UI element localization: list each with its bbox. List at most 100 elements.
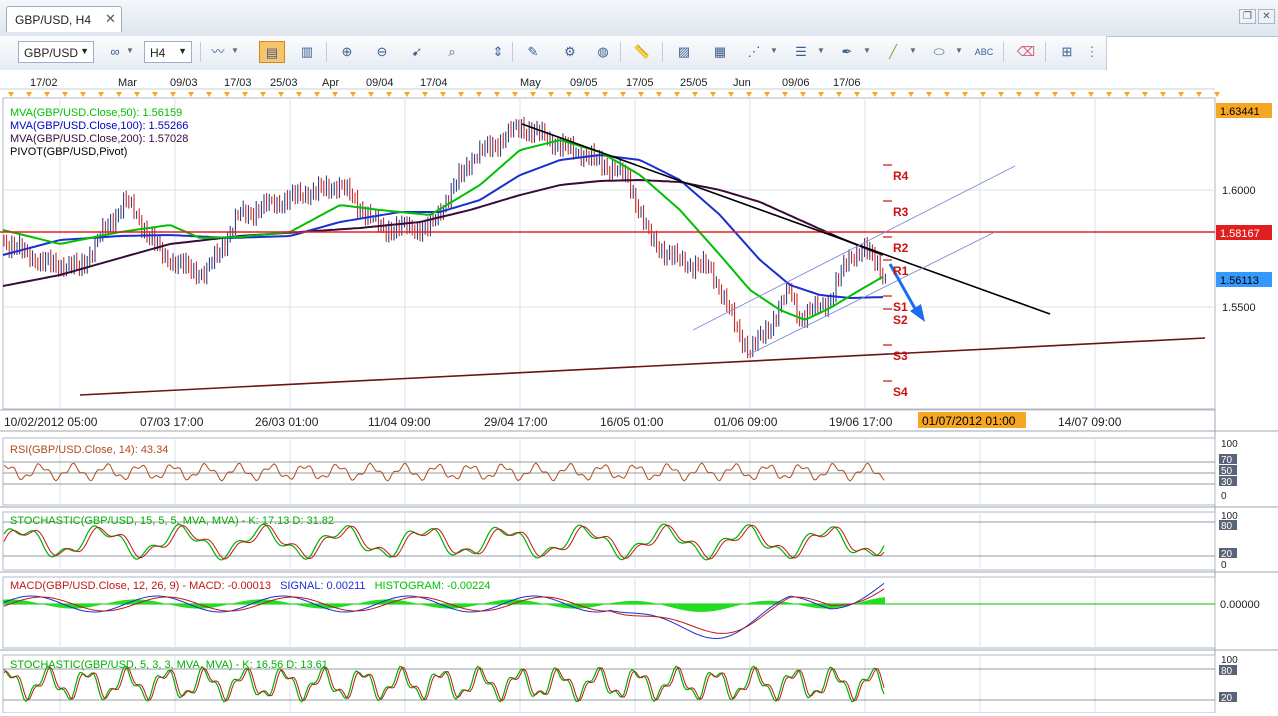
top-date-label: 17/04 — [420, 77, 448, 89]
bar-chart-icon[interactable]: ▤ — [259, 41, 285, 63]
top-date-label: 17/02 — [30, 77, 58, 89]
pivot-label-r2: R2 — [893, 241, 909, 255]
chevron-down-icon[interactable]: ▼ — [770, 46, 778, 55]
settings-icon[interactable]: ⚙ — [559, 41, 581, 63]
ruler-icon[interactable]: 📏 — [631, 41, 653, 63]
layout-icon[interactable]: ▦ — [709, 41, 731, 63]
brush-icon[interactable]: ╱ — [882, 41, 904, 63]
bottom-date-label: 26/03 01:00 — [255, 415, 319, 429]
top-date-label: 25/05 — [680, 77, 708, 89]
top-date-label: 09/04 — [366, 77, 394, 89]
chevron-down-icon: ▼ — [80, 46, 89, 56]
ellipse-icon[interactable]: ⬭ — [928, 41, 950, 63]
chart-area[interactable]: 17/02 Mar 09/03 17/03 25/03 Apr 09/04 17/04 May 0… — [0, 70, 1278, 714]
pivot-label-s3: S3 — [893, 349, 908, 363]
legend-pivot: PIVOT(GBP/USD,Pivot) — [10, 146, 127, 158]
legend-ma50: MVA(GBP/USD.Close,50): 1.56159 — [10, 107, 182, 119]
chevron-down-icon[interactable]: ▼ — [909, 46, 917, 55]
toolbar: GBP/USD ▼ ∞ ▼ H4 ▼ 〰 ▼ ▤ ▥ ⊕ ⊖ ➹ ⌕ ⇕ ✎ ⚙… — [0, 36, 1107, 71]
bottom-date-label: 14/07 09:00 — [1058, 415, 1122, 429]
pen-icon[interactable]: ✒ — [836, 41, 858, 63]
rsi-level-label: 100 — [1221, 439, 1238, 450]
price-tag-resistance: 1.58167 — [1220, 228, 1260, 240]
chevron-down-icon[interactable]: ▼ — [817, 46, 825, 55]
link-icon[interactable]: ∞ — [104, 41, 126, 63]
price-tag-high: 1.63441 — [1220, 106, 1260, 118]
pivot-label-r3: R3 — [893, 205, 909, 219]
bottom-date-label: 29/04 17:00 — [484, 415, 548, 429]
chart-type-icon[interactable]: 〰 — [207, 41, 229, 63]
lines-icon[interactable]: ⋰ — [743, 41, 765, 63]
stochastic2-level-label: 80 — [1221, 666, 1233, 677]
macd-zero-level: 0.00000 — [1220, 599, 1260, 611]
bottom-date-label: 19/06 17:00 — [829, 415, 893, 429]
tree-icon[interactable]: ⊞ — [1056, 41, 1078, 63]
close-tab-icon[interactable]: ✕ — [105, 11, 116, 27]
stochastic1-level-label: 80 — [1221, 521, 1233, 532]
top-date-label: 17/06 — [833, 77, 861, 89]
text-icon[interactable]: ABC — [973, 41, 995, 63]
top-date-label: 09/06 — [782, 77, 810, 89]
macd-histogram-value: HISTOGRAM: -0.00224 — [375, 580, 491, 592]
fit-icon[interactable]: ⇕ — [487, 41, 509, 63]
top-date-label: 25/03 — [270, 77, 298, 89]
eraser-icon[interactable]: ⌫ — [1015, 41, 1037, 63]
macd-name: MACD(GBP/USD.Close, 12, 26, 9) - MACD: -… — [10, 580, 271, 592]
rsi-label: RSI(GBP/USD.Close, 14): 43.34 — [10, 444, 168, 456]
stochastic2-level-label: 100 — [1221, 655, 1238, 666]
chevron-down-icon[interactable]: ▼ — [231, 46, 239, 55]
symbol-select[interactable]: GBP/USD ▼ — [18, 41, 94, 63]
pivot-label-s4: S4 — [893, 385, 908, 399]
chart-tab-label: GBP/USD, H4 — [15, 13, 92, 27]
cursor-date: 01/07/2012 01:00 — [922, 414, 1016, 428]
cursor-icon[interactable]: ➹ — [406, 41, 428, 63]
stochastic1-level-label: 20 — [1221, 549, 1233, 560]
top-date-label: Jun — [733, 77, 751, 89]
macd-signal-value: SIGNAL: 0.00211 — [280, 580, 365, 592]
zoom-area-icon[interactable]: ⌕ — [441, 41, 463, 63]
edit-icon[interactable]: ✎ — [522, 41, 544, 63]
picture-icon[interactable]: ▨ — [673, 41, 695, 63]
stochastic2-label: STOCHASTIC(GBP/USD, 5, 3, 3, MVA, MVA) -… — [10, 659, 328, 671]
stochastic1-label: STOCHASTIC(GBP/USD, 15, 5, 5, MVA, MVA) … — [10, 515, 334, 527]
chevron-down-icon[interactable]: ▼ — [863, 46, 871, 55]
top-date-label: Apr — [322, 77, 339, 89]
pivot-label-s1: S1 — [893, 300, 908, 314]
chevron-down-icon: ▼ — [178, 46, 187, 56]
timeframe-select[interactable]: H4 ▼ — [144, 41, 192, 63]
bottom-date-label: 01/06 09:00 — [714, 415, 778, 429]
bottom-date-label: 11/04 09:00 — [368, 415, 431, 429]
bottom-date-label: 16/05 01:00 — [600, 415, 664, 429]
title-bar: GBP/USD, H4 ✕ ❐ ✕ — [0, 0, 1278, 37]
timeframe-value: H4 — [150, 46, 166, 60]
top-date-label: 09/05 — [570, 77, 598, 89]
chart-tab[interactable]: GBP/USD, H4 ✕ — [6, 6, 122, 32]
menu-icon[interactable]: ☰ — [790, 41, 812, 63]
top-date-label: 17/05 — [626, 77, 654, 89]
rsi-level-label: 50 — [1221, 466, 1233, 477]
chevron-down-icon[interactable]: ▼ — [955, 46, 963, 55]
macd-label: MACD(GBP/USD.Close, 12, 26, 9) - MACD: -… — [10, 580, 491, 592]
rsi-level-label: 0 — [1221, 491, 1227, 502]
pivot-label-r4: R4 — [893, 169, 909, 183]
zoom-out-icon[interactable]: ⊖ — [371, 41, 393, 63]
legend-ma200: MVA(GBP/USD.Close,200): 1.57028 — [10, 133, 188, 145]
symbol-value: GBP/USD — [24, 46, 79, 60]
restore-window-icon[interactable]: ❐ — [1239, 9, 1256, 24]
stochastic2-level-label: 20 — [1221, 693, 1233, 704]
candle-chart-icon[interactable]: ▥ — [296, 41, 318, 63]
price-axis-label: 1.6000 — [1222, 185, 1256, 197]
rsi-level-label: 30 — [1221, 477, 1233, 488]
chevron-down-icon[interactable]: ▼ — [126, 46, 134, 55]
more-icon[interactable]: ⋮ — [1085, 41, 1099, 63]
top-date-label: 09/03 — [170, 77, 198, 89]
pivot-label-r1: R1 — [893, 264, 909, 278]
price-axis-label: 1.5500 — [1222, 302, 1256, 314]
bottom-date-label: 10/02/2012 05:00 — [4, 415, 98, 429]
zoom-in-icon[interactable]: ⊕ — [336, 41, 358, 63]
close-window-icon[interactable]: ✕ — [1258, 9, 1275, 24]
rsi-level-label: 70 — [1221, 455, 1233, 466]
top-date-label: Mar — [118, 77, 137, 89]
legend-ma100: MVA(GBP/USD.Close,100): 1.55266 — [10, 120, 188, 132]
globe-icon[interactable]: ◍ — [592, 41, 614, 63]
